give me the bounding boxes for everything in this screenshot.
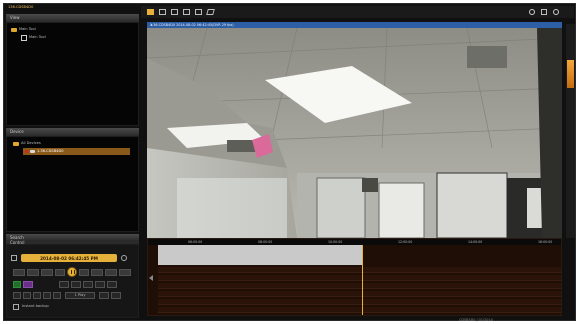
- view-panel-title: View: [10, 15, 20, 20]
- timeline-selected-range[interactable]: [158, 245, 363, 265]
- folder-icon: [13, 141, 19, 146]
- app-window: 136.CDSB4D0 View Main Tool Main Tool Dev…: [3, 3, 576, 322]
- timeline-track[interactable]: [158, 299, 561, 305]
- device-panel-title: Device: [10, 129, 24, 134]
- fast-button[interactable]: [53, 292, 61, 299]
- view-panel-body: Main Tool Main Tool: [6, 22, 139, 126]
- timeline-track[interactable]: [158, 307, 561, 313]
- camera-frame-image: [147, 28, 562, 238]
- help-icon[interactable]: [553, 9, 559, 15]
- recording-icon: [25, 150, 28, 153]
- side-panel-toggle[interactable]: [567, 60, 574, 88]
- instant-backup-row[interactable]: Instant backup: [13, 304, 49, 310]
- speed-down-button[interactable]: [23, 292, 31, 299]
- timeline-track[interactable]: [158, 283, 561, 289]
- speed-up-button[interactable]: [43, 292, 51, 299]
- settings-tool-icon[interactable]: [107, 281, 117, 288]
- timeline[interactable]: 06:00:00 08:00:00 10:00:00 12:00:00 14:0…: [147, 238, 562, 316]
- left-panel: View Main Tool Main Tool Device All Devi…: [6, 6, 139, 318]
- timeline-tick-label: 12:00:00: [398, 240, 413, 244]
- dvr-icon: [30, 150, 35, 153]
- instant-backup-label: Instant backup: [22, 304, 49, 309]
- device-tree-item-label: 1.36.CDSB4D0: [37, 148, 64, 153]
- status-bar-text: CDSB4D0 / 01/2014: [459, 318, 493, 322]
- first-frame-button[interactable]: [13, 269, 25, 276]
- device-tree-root-label: All Devices: [21, 140, 41, 145]
- save-icon[interactable]: [541, 9, 547, 15]
- timeline-tick-label: 06:00:00: [188, 240, 203, 244]
- timeline-track[interactable]: [158, 275, 561, 281]
- close-icon[interactable]: ×: [150, 23, 559, 27]
- datetime-field[interactable]: 2014-08-02 06:42:45 PM: [21, 254, 117, 262]
- last-frame-button[interactable]: [105, 269, 117, 276]
- timeline-tick-label: 14:00:00: [468, 240, 483, 244]
- timeline-tick-label: 08:00:00: [258, 240, 273, 244]
- device-tree-item-selected[interactable]: 1.36.CDSB4D0: [23, 148, 130, 155]
- slow-button[interactable]: [13, 292, 21, 299]
- layout-toolbar: [141, 6, 574, 18]
- zoom-tool-icon[interactable]: [83, 281, 93, 288]
- map-icon: [21, 34, 27, 41]
- step-forward-button[interactable]: [79, 269, 89, 276]
- view-tree-item-label: Main Tool: [19, 26, 36, 31]
- sequence-icon[interactable]: [206, 9, 215, 15]
- device-tree-root[interactable]: All Devices: [13, 140, 41, 147]
- sixteen-view-icon[interactable]: [183, 9, 190, 15]
- refresh-icon[interactable]: [121, 255, 127, 261]
- folder-icon: [11, 27, 17, 32]
- step-option-button[interactable]: [99, 292, 109, 299]
- step-back-button[interactable]: [41, 269, 53, 276]
- search-panel-title: Search: [10, 234, 24, 240]
- settings-icon[interactable]: [529, 9, 535, 15]
- quad-view-icon[interactable]: [159, 9, 166, 15]
- speed-mid-button[interactable]: [33, 292, 41, 299]
- record-tool-icon[interactable]: [13, 281, 21, 288]
- timeline-scroll-left-icon[interactable]: [149, 275, 153, 281]
- speed-select-value: 1 Play: [74, 292, 86, 297]
- single-view-icon[interactable]: [147, 9, 154, 15]
- custom-view-icon[interactable]: [195, 9, 202, 15]
- search-tool-icon[interactable]: [23, 281, 33, 288]
- view-tree-subitem[interactable]: Main Tool: [21, 34, 46, 41]
- view-tree-subitem-label: Main Tool: [29, 34, 46, 39]
- timeline-tick-label: 10:00:00: [328, 240, 343, 244]
- fast-forward-button[interactable]: [91, 269, 103, 276]
- speed-select[interactable]: 1 Play: [65, 292, 95, 299]
- snapshot-tool-icon[interactable]: [71, 281, 81, 288]
- camera-video-feed[interactable]: [147, 28, 562, 238]
- next-button[interactable]: [119, 269, 131, 276]
- timeline-track[interactable]: [158, 267, 561, 273]
- audio-tool-icon[interactable]: [95, 281, 105, 288]
- timeline-tick-label: 16:00:00: [538, 240, 553, 244]
- nine-view-icon[interactable]: [171, 9, 178, 15]
- timeline-track[interactable]: [158, 291, 561, 297]
- calendar-icon[interactable]: [11, 255, 17, 261]
- datetime-text: 2014-08-02 06:42:45 PM: [40, 255, 98, 261]
- right-side-strip: [566, 24, 575, 238]
- device-panel-body: All Devices 1.36.CDSB4D0: [6, 136, 139, 232]
- view-tree-item[interactable]: Main Tool: [11, 26, 36, 33]
- rewind-button[interactable]: [27, 269, 39, 276]
- camera-tool-icon[interactable]: [59, 281, 69, 288]
- control-panel-body: 2014-08-02 06:42:45 PM 1 Play Instant ba…: [6, 244, 139, 318]
- timeline-playhead[interactable]: [362, 245, 363, 315]
- loop-button[interactable]: [111, 292, 121, 299]
- backup-checkbox[interactable]: [13, 304, 19, 310]
- pause-button[interactable]: [67, 267, 77, 277]
- reverse-play-button[interactable]: [55, 269, 65, 276]
